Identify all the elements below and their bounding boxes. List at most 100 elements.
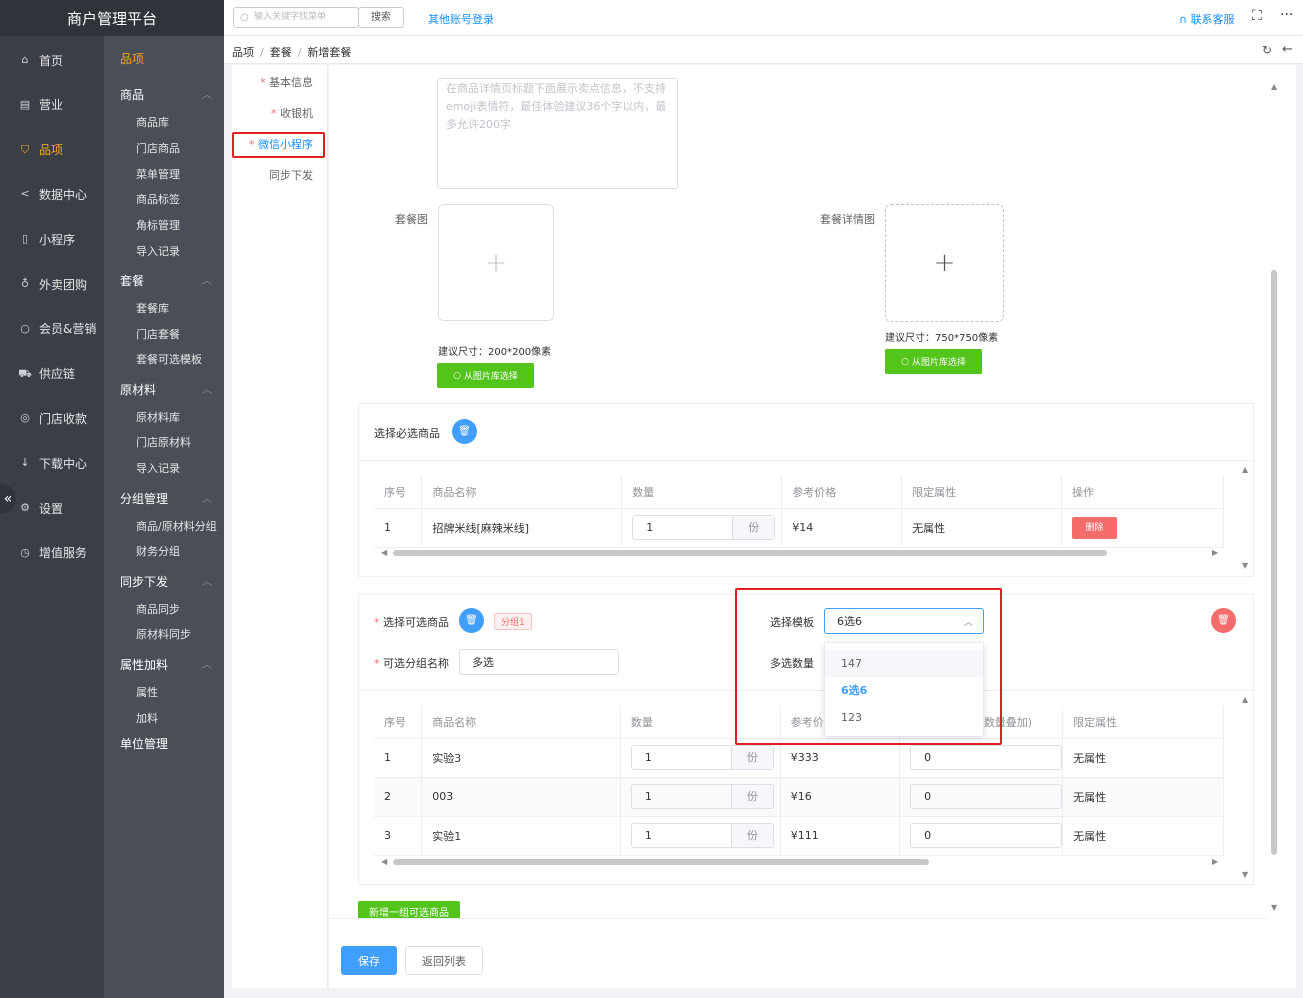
plus-icon: +: [485, 247, 507, 278]
package-detail-image-upload[interactable]: +: [885, 204, 1004, 322]
optional-goods-trash-button[interactable]: 🗑: [459, 608, 484, 633]
package-image-library-button[interactable]: ○ 从图片库选择: [437, 363, 534, 388]
col-header: 限定属性: [901, 476, 1063, 509]
nav-group-6[interactable]: 单位管理: [120, 735, 168, 752]
sidebar-subitem[interactable]: 商品标签: [136, 191, 180, 207]
sidebar-subitem[interactable]: 原材料同步: [136, 626, 191, 642]
phone-icon: ▯: [21, 232, 29, 246]
sidebar-subitem[interactable]: 套餐库: [136, 300, 169, 316]
breadcrumb-item[interactable]: 套餐: [270, 46, 292, 59]
sidebar-item-clock[interactable]: ◷ 增值服务: [0, 531, 104, 575]
sidebar-item-bag[interactable]: ⛉ 品项: [0, 128, 104, 172]
sidebar-subitem[interactable]: 导入记录: [136, 460, 180, 476]
scroll-up-icon[interactable]: ▲: [1271, 82, 1277, 91]
nav-group-4[interactable]: 同步下发 ︿: [120, 573, 212, 590]
scroll-left-icon[interactable]: ◀: [381, 857, 387, 866]
fullscreen-icon[interactable]: ⛶: [1252, 8, 1262, 24]
quantity-input[interactable]: 1份: [630, 823, 774, 848]
package-image-upload[interactable]: +: [438, 204, 554, 321]
scroll-down-icon[interactable]: ▼: [1242, 870, 1248, 879]
highlight-box: [735, 588, 1002, 745]
sidebar-item-label: 外卖团购: [39, 277, 88, 292]
sidebar-subitem[interactable]: 菜单管理: [136, 166, 180, 182]
delete-group-button[interactable]: 🗑: [1211, 608, 1236, 633]
tab-sync[interactable]: 同步下发: [269, 167, 313, 183]
nav-group-1[interactable]: 套餐 ︿: [120, 272, 212, 289]
sidebar-item-coins[interactable]: ◎ 门店收款: [0, 396, 104, 440]
horizontal-scrollbar[interactable]: [393, 550, 1107, 556]
horizontal-scrollbar[interactable]: [393, 859, 929, 865]
scroll-right-icon[interactable]: ▶: [1212, 857, 1218, 866]
save-button[interactable]: 保存: [341, 946, 397, 975]
package-detail-library-button[interactable]: ○ 从图片库选择: [885, 349, 982, 374]
sidebar-subitem[interactable]: 门店商品: [136, 140, 180, 156]
sidebar-item-phone[interactable]: ▯ 小程序: [0, 217, 104, 261]
more-icon[interactable]: ···: [1280, 7, 1293, 23]
truck-icon: ⛟: [18, 366, 32, 380]
chevron-up-icon: ︿: [202, 494, 212, 505]
scroll-up-icon[interactable]: ▲: [1242, 695, 1248, 704]
sidebar-subitem[interactable]: 套餐可选模板: [136, 351, 202, 367]
extra-price-input[interactable]: 0: [910, 823, 1063, 848]
nav-group-0[interactable]: 商品 ︿: [120, 86, 212, 103]
clock-icon: ◷: [20, 545, 30, 559]
vertical-scrollbar[interactable]: [1271, 270, 1277, 855]
sidebar-item-bike[interactable]: ♁ 外卖团购: [0, 262, 104, 306]
quantity-input[interactable]: 1份: [630, 784, 774, 809]
sidebar-item-business[interactable]: ▤ 营业: [0, 83, 104, 127]
sidebar-subitem[interactable]: 商品/原材料分组: [136, 518, 217, 534]
chevron-up-icon: ︿: [202, 660, 212, 671]
sidebar-item-share[interactable]: < 数据中心: [0, 172, 104, 216]
share-icon: <: [20, 187, 30, 201]
package-detail-image-label: 套餐详情图: [820, 213, 875, 226]
sidebar-subitem[interactable]: 门店套餐: [136, 326, 180, 342]
scroll-down-icon[interactable]: ▼: [1242, 561, 1248, 570]
sidebar-item-download[interactable]: ↓ 下载中心: [0, 441, 104, 485]
quantity-input[interactable]: 1份: [632, 515, 776, 540]
refresh-icon[interactable]: ↻: [1262, 43, 1272, 57]
scroll-up-icon[interactable]: ▲: [1242, 465, 1248, 474]
breadcrumb-item[interactable]: 品项: [232, 46, 254, 59]
selling-point-textarea[interactable]: 在商品详情页标题下面展示卖点信息，不支持emoji表情符，最佳体验建议36个字以…: [437, 78, 678, 189]
sidebar-subitem[interactable]: 角标管理: [136, 217, 180, 233]
sidebar-subitem[interactable]: 加料: [136, 710, 158, 726]
sidebar-subitem[interactable]: 财务分组: [136, 543, 180, 559]
coins-icon: ◎: [20, 411, 30, 425]
trash-icon: 🗑: [458, 426, 471, 437]
scroll-down-icon[interactable]: ▼: [1271, 903, 1277, 912]
sidebar-item-label: 设置: [39, 501, 64, 516]
back-to-list-button[interactable]: 返回列表: [405, 946, 483, 975]
scroll-right-icon[interactable]: ▶: [1212, 548, 1218, 557]
menu-search-input[interactable]: ○ 输入关键字找菜单: [233, 7, 359, 28]
col-header: 商品名称: [421, 706, 621, 739]
nav-group-5[interactable]: 属性加料 ︿: [120, 656, 212, 673]
delete-row-button[interactable]: 删除: [1072, 516, 1118, 539]
sidebar-subitem[interactable]: 原材料库: [136, 409, 180, 425]
extra-price-input[interactable]: 0: [910, 745, 1063, 770]
sidebar-item-settings[interactable]: ⚙ 设置: [0, 486, 104, 530]
sidebar-item-user[interactable]: ○ 会员&营销: [0, 307, 104, 351]
app-title: 商户管理平台: [0, 0, 224, 36]
quantity-input[interactable]: 1份: [630, 745, 774, 770]
sidebar-item-label: 营业: [39, 98, 64, 113]
sidebar-subitem[interactable]: 门店原材料: [136, 434, 191, 450]
sidebar-subitem[interactable]: 商品同步: [136, 601, 180, 617]
sidebar-subitem[interactable]: 导入记录: [136, 243, 180, 259]
tab-pos[interactable]: * 收银机: [271, 105, 313, 121]
other-account-login-link[interactable]: 其他账号登录: [428, 11, 494, 27]
sidebar-subitem[interactable]: 商品库: [136, 114, 169, 130]
sidebar-subitem[interactable]: 属性: [136, 684, 158, 700]
extra-price-input[interactable]: 0: [910, 784, 1063, 809]
sidebar-item-home[interactable]: ⌂ 首页: [0, 38, 104, 82]
nav-group-3[interactable]: 分组管理 ︿: [120, 490, 212, 507]
nav-group-2[interactable]: 原材料 ︿: [120, 381, 212, 398]
required-goods-trash-button[interactable]: 🗑: [452, 419, 477, 444]
chevron-up-icon: ︿: [202, 577, 212, 588]
tab-basic-info[interactable]: * 基本信息: [260, 74, 313, 90]
back-arrow-icon[interactable]: ←: [1282, 42, 1293, 57]
optional-group-name-input[interactable]: 多选: [459, 649, 619, 675]
contact-support-link[interactable]: ∩ 联系客服: [1179, 11, 1235, 27]
search-button[interactable]: 搜索: [358, 7, 404, 28]
sidebar-item-truck[interactable]: ⛟ 供应链: [0, 352, 104, 396]
scroll-left-icon[interactable]: ◀: [381, 548, 387, 557]
